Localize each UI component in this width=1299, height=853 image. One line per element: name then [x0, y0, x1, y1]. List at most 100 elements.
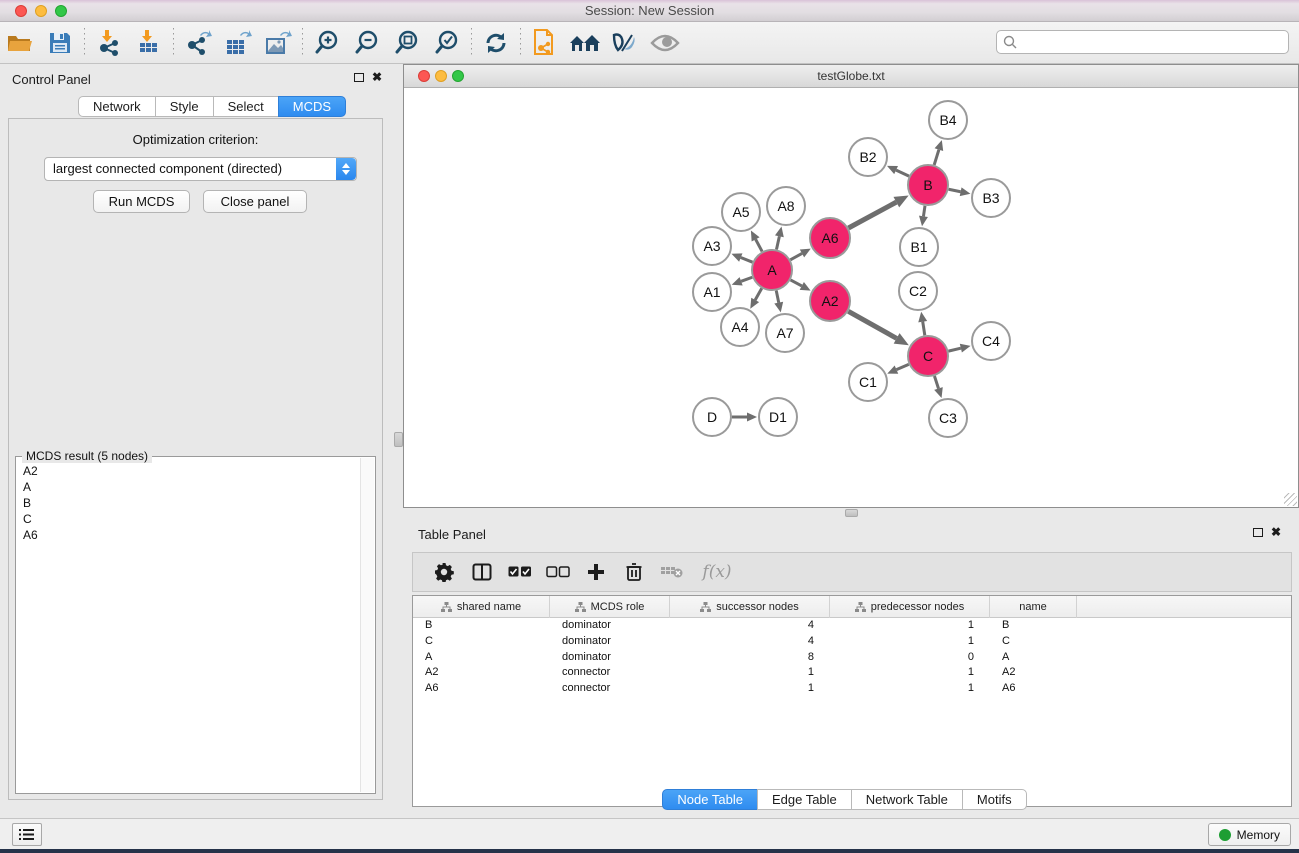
edge-A-A4[interactable]: [755, 288, 762, 300]
table-row[interactable]: A2connector11A2: [413, 665, 1291, 681]
edge-A-A8[interactable]: [776, 236, 779, 249]
tab-style[interactable]: Style: [155, 96, 214, 117]
search-input[interactable]: [1022, 35, 1282, 49]
close-window-button[interactable]: [15, 5, 27, 17]
search-field[interactable]: [996, 30, 1289, 54]
edge-B-B3[interactable]: [949, 189, 961, 191]
memory-button[interactable]: Memory: [1208, 823, 1291, 846]
edge-A2-C[interactable]: [848, 311, 896, 338]
network-from-file-button[interactable]: [525, 25, 565, 61]
delete-column-button[interactable]: [615, 556, 653, 588]
export-table-button[interactable]: [218, 25, 258, 61]
result-item[interactable]: A2: [17, 463, 359, 479]
table-settings-button[interactable]: [425, 556, 463, 588]
edge-B-B4[interactable]: [934, 150, 939, 165]
table-cell: B: [990, 618, 1077, 634]
control-panel: Control Panel ✖ NetworkStyleSelectMCDS O…: [0, 64, 390, 818]
table-row[interactable]: A6connector11A6: [413, 681, 1291, 697]
table-cell: 4: [670, 634, 830, 650]
column-header-name[interactable]: name: [990, 596, 1077, 618]
network-window-titlebar[interactable]: testGlobe.txt: [404, 65, 1298, 88]
network-zoom-button[interactable]: [452, 70, 464, 82]
table-row[interactable]: Cdominator41C: [413, 634, 1291, 650]
edge-arrowhead: [732, 277, 743, 285]
float-panel-icon[interactable]: [354, 73, 364, 82]
show-graphics-details-button[interactable]: [645, 25, 685, 61]
column-header-predecessor-nodes[interactable]: predecessor nodes: [830, 596, 990, 618]
edge-A6-B[interactable]: [848, 202, 896, 228]
edge-A-A1[interactable]: [741, 277, 752, 281]
open-file-button[interactable]: [0, 25, 40, 61]
horizontal-splitter-grip[interactable]: [845, 509, 858, 517]
node-table[interactable]: shared nameMCDS rolesuccessor nodesprede…: [412, 595, 1292, 807]
column-header-shared-name[interactable]: shared name: [413, 596, 550, 618]
run-mcds-button[interactable]: Run MCDS: [93, 190, 190, 213]
edge-C-C1[interactable]: [896, 364, 908, 369]
tab-edge-table[interactable]: Edge Table: [757, 789, 852, 810]
select-all-columns-button[interactable]: [501, 556, 539, 588]
edge-A-A2[interactable]: [791, 280, 802, 286]
vizmapper-button[interactable]: [605, 25, 645, 61]
import-network-button[interactable]: [89, 25, 129, 61]
vertical-splitter-grip[interactable]: [394, 432, 403, 447]
table-cell: 1: [830, 665, 990, 681]
result-item[interactable]: B: [17, 495, 359, 511]
show-column-button[interactable]: [463, 556, 501, 588]
float-table-panel-icon[interactable]: [1253, 528, 1263, 537]
result-list-scrollbar[interactable]: [360, 458, 374, 792]
task-history-button[interactable]: [12, 823, 42, 846]
home-button[interactable]: [565, 25, 605, 61]
zoom-window-button[interactable]: [55, 5, 67, 17]
refresh-layout-button[interactable]: [476, 25, 516, 61]
export-image-button[interactable]: [258, 25, 298, 61]
function-builder-button[interactable]: f(x): [691, 556, 743, 588]
tab-select[interactable]: Select: [213, 96, 279, 117]
tab-node-table[interactable]: Node Table: [662, 789, 758, 810]
network-graph[interactable]: B4B2BB3A8A5A6A3B1AC2A1A2A4A7C4CC1DD1C3: [404, 88, 1298, 507]
import-table-button[interactable]: [129, 25, 169, 61]
window-resize-grip[interactable]: [1284, 493, 1297, 506]
column-header-MCDS-role[interactable]: MCDS role: [550, 596, 670, 618]
toolbar-separator: [520, 28, 521, 58]
edge-C-C2[interactable]: [923, 322, 925, 336]
close-panel-button[interactable]: Close panel: [203, 190, 307, 213]
result-item[interactable]: C: [17, 511, 359, 527]
edge-C-C4[interactable]: [948, 348, 960, 351]
minimize-window-button[interactable]: [35, 5, 47, 17]
tab-mcds[interactable]: MCDS: [278, 96, 346, 117]
zoom-in-button[interactable]: [307, 25, 347, 61]
table-row[interactable]: Adominator80A: [413, 650, 1291, 666]
mcds-result-list[interactable]: A2ABCA6: [17, 463, 359, 792]
edge-A-A7[interactable]: [776, 291, 778, 303]
network-canvas[interactable]: B4B2BB3A8A5A6A3B1AC2A1A2A4A7C4CC1DD1C3: [404, 88, 1298, 507]
zoom-out-button[interactable]: [347, 25, 387, 61]
unselect-all-columns-button[interactable]: [539, 556, 577, 588]
result-item[interactable]: A: [17, 479, 359, 495]
network-minimize-button[interactable]: [435, 70, 447, 82]
table-cell: dominator: [550, 634, 670, 650]
create-column-button[interactable]: [577, 556, 615, 588]
optimization-criterion-dropdown[interactable]: largest connected component (directed): [44, 157, 357, 181]
delete-table-button[interactable]: [653, 556, 691, 588]
edge-C-C3[interactable]: [934, 376, 938, 389]
table-row[interactable]: Bdominator41B: [413, 618, 1291, 634]
export-network-button[interactable]: [178, 25, 218, 61]
edge-A-A3[interactable]: [741, 258, 753, 263]
shared-column-icon: [700, 602, 711, 613]
zoom-fit-button[interactable]: [387, 25, 427, 61]
close-table-panel-icon[interactable]: ✖: [1271, 527, 1281, 537]
save-session-button[interactable]: [40, 25, 80, 61]
edge-B-B1[interactable]: [923, 206, 925, 217]
network-close-button[interactable]: [418, 70, 430, 82]
close-panel-icon[interactable]: ✖: [372, 72, 382, 82]
edge-A-A5[interactable]: [756, 239, 762, 251]
tab-network[interactable]: Network: [78, 96, 156, 117]
zoom-selected-button[interactable]: [427, 25, 467, 61]
tab-network-table[interactable]: Network Table: [851, 789, 963, 810]
column-header-successor-nodes[interactable]: successor nodes: [670, 596, 830, 618]
tab-motifs[interactable]: Motifs: [962, 789, 1027, 810]
result-item[interactable]: A6: [17, 527, 359, 543]
edge-A-A6[interactable]: [790, 253, 802, 259]
edge-B-B2[interactable]: [896, 170, 909, 176]
import-network-icon: [95, 29, 123, 57]
